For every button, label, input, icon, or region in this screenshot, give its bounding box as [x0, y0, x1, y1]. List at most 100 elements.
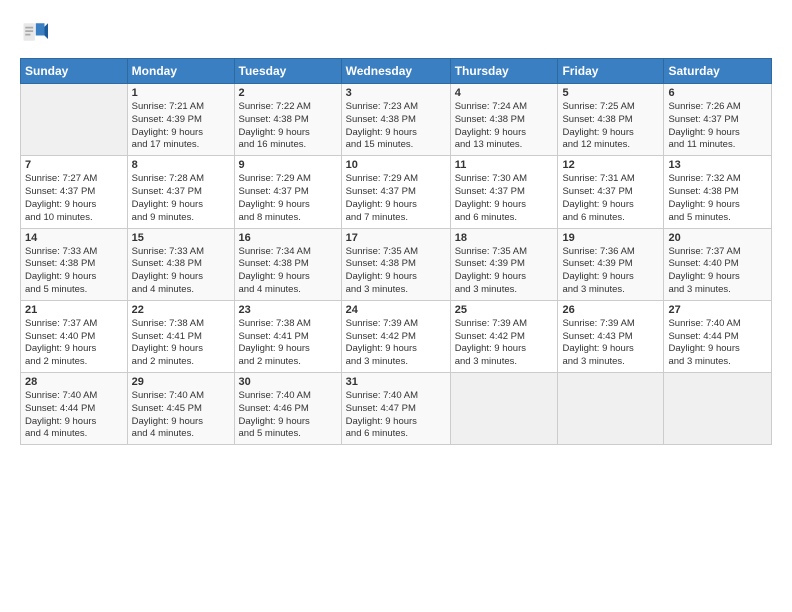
- calendar-cell: 22Sunrise: 7:38 AM Sunset: 4:41 PM Dayli…: [127, 300, 234, 372]
- day-number: 19: [562, 232, 659, 244]
- page-container: SundayMondayTuesdayWednesdayThursdayFrid…: [0, 0, 792, 455]
- day-number: 23: [239, 304, 337, 316]
- day-info: Sunrise: 7:40 AM Sunset: 4:45 PM Dayligh…: [132, 390, 230, 441]
- day-info: Sunrise: 7:29 AM Sunset: 4:37 PM Dayligh…: [346, 173, 446, 224]
- calendar-cell: 28Sunrise: 7:40 AM Sunset: 4:44 PM Dayli…: [21, 373, 128, 445]
- day-number: 24: [346, 304, 446, 316]
- calendar-cell: [21, 84, 128, 156]
- day-number: 30: [239, 376, 337, 388]
- calendar-cell: 30 Sunrise: 7:40 AM Sunset: 4:46 PM Dayli…: [234, 373, 341, 445]
- calendar-cell: 13 Sunrise: 7:32 AM Sunset: 4:38 PM Dayli…: [664, 156, 772, 228]
- day-number: 27: [668, 304, 767, 316]
- day-number: 11: [455, 159, 554, 171]
- day-number: 4: [455, 87, 554, 99]
- day-info: Sunrise: 7:39 AM Sunset: 4:42 PM Dayligh…: [346, 318, 446, 369]
- day-info: Sunrise: 7:23 AM Sunset: 4:38 PM Dayligh…: [346, 101, 446, 152]
- calendar-cell: 31 Sunrise: 7:40 AM Sunset: 4:47 PM Dayli…: [341, 373, 450, 445]
- calendar-week: 14 Sunrise: 7:33 AM Sunset: 4:38 PM Dayli…: [21, 228, 772, 300]
- calendar-cell: 27 Sunrise: 7:40 AM Sunset: 4:44 PM Dayli…: [664, 300, 772, 372]
- calendar-cell: 17 Sunrise: 7:35 AM Sunset: 4:38 PM Dayli…: [341, 228, 450, 300]
- day-info: Sunrise: 7:40 AM Sunset: 4:44 PM Dayligh…: [668, 318, 767, 369]
- weekday-header: Saturday: [664, 59, 772, 84]
- day-info: Sunrise: 7:38 AM Sunset: 4:41 PM Dayligh…: [132, 318, 230, 369]
- calendar-cell: 5Sunrise: 7:25 AM Sunset: 4:38 PM Daylig…: [558, 84, 664, 156]
- day-info: Sunrise: 7:39 AM Sunset: 4:42 PM Dayligh…: [455, 318, 554, 369]
- day-number: 2: [239, 87, 337, 99]
- calendar-cell: 21 Sunrise: 7:37 AM Sunset: 4:40 PM Dayli…: [21, 300, 128, 372]
- day-number: 18: [455, 232, 554, 244]
- day-info: Sunrise: 7:36 AM Sunset: 4:39 PM Dayligh…: [562, 246, 659, 297]
- day-info: Sunrise: 7:30 AM Sunset: 4:37 PM Dayligh…: [455, 173, 554, 224]
- day-number: 3: [346, 87, 446, 99]
- calendar-cell: 26 Sunrise: 7:39 AM Sunset: 4:43 PM Dayli…: [558, 300, 664, 372]
- day-info: Sunrise: 7:33 AM Sunset: 4:38 PM Dayligh…: [132, 246, 230, 297]
- day-info: Sunrise: 7:40 AM Sunset: 4:46 PM Dayligh…: [239, 390, 337, 441]
- calendar-cell: 1Sunrise: 7:21 AM Sunset: 4:39 PM Daylig…: [127, 84, 234, 156]
- day-info: Sunrise: 7:27 AM Sunset: 4:37 PM Dayligh…: [25, 173, 123, 224]
- calendar-cell: 3 Sunrise: 7:23 AM Sunset: 4:38 PM Daylig…: [341, 84, 450, 156]
- day-info: Sunrise: 7:39 AM Sunset: 4:43 PM Dayligh…: [562, 318, 659, 369]
- calendar-cell: 24 Sunrise: 7:39 AM Sunset: 4:42 PM Dayli…: [341, 300, 450, 372]
- calendar-cell: 18Sunrise: 7:35 AM Sunset: 4:39 PM Dayli…: [450, 228, 558, 300]
- day-number: 10: [346, 159, 446, 171]
- calendar-cell: [450, 373, 558, 445]
- calendar-cell: 25 Sunrise: 7:39 AM Sunset: 4:42 PM Dayli…: [450, 300, 558, 372]
- day-info: Sunrise: 7:28 AM Sunset: 4:37 PM Dayligh…: [132, 173, 230, 224]
- day-number: 6: [668, 87, 767, 99]
- calendar-cell: 12Sunrise: 7:31 AM Sunset: 4:37 PM Dayli…: [558, 156, 664, 228]
- calendar-week: 28Sunrise: 7:40 AM Sunset: 4:44 PM Dayli…: [21, 373, 772, 445]
- day-info: Sunrise: 7:37 AM Sunset: 4:40 PM Dayligh…: [668, 246, 767, 297]
- calendar-week: 21 Sunrise: 7:37 AM Sunset: 4:40 PM Dayli…: [21, 300, 772, 372]
- day-number: 26: [562, 304, 659, 316]
- day-info: Sunrise: 7:38 AM Sunset: 4:41 PM Dayligh…: [239, 318, 337, 369]
- day-number: 13: [668, 159, 767, 171]
- calendar-cell: [664, 373, 772, 445]
- calendar-cell: 16 Sunrise: 7:34 AM Sunset: 4:38 PM Dayli…: [234, 228, 341, 300]
- day-info: Sunrise: 7:22 AM Sunset: 4:38 PM Dayligh…: [239, 101, 337, 152]
- calendar-cell: 20 Sunrise: 7:37 AM Sunset: 4:40 PM Dayli…: [664, 228, 772, 300]
- calendar-cell: 2 Sunrise: 7:22 AM Sunset: 4:38 PM Daylig…: [234, 84, 341, 156]
- day-info: Sunrise: 7:32 AM Sunset: 4:38 PM Dayligh…: [668, 173, 767, 224]
- day-number: 29: [132, 376, 230, 388]
- day-info: Sunrise: 7:40 AM Sunset: 4:47 PM Dayligh…: [346, 390, 446, 441]
- day-number: 15: [132, 232, 230, 244]
- day-number: 12: [562, 159, 659, 171]
- day-number: 7: [25, 159, 123, 171]
- weekday-header: Thursday: [450, 59, 558, 84]
- calendar-week: 1Sunrise: 7:21 AM Sunset: 4:39 PM Daylig…: [21, 84, 772, 156]
- calendar-cell: 14Sunrise: 7:33 AM Sunset: 4:38 PM Dayli…: [21, 228, 128, 300]
- calendar: SundayMondayTuesdayWednesdayThursdayFrid…: [20, 58, 772, 445]
- calendar-cell: 10 Sunrise: 7:29 AM Sunset: 4:37 PM Dayli…: [341, 156, 450, 228]
- day-number: 31: [346, 376, 446, 388]
- logo-icon: [20, 18, 48, 46]
- day-info: Sunrise: 7:24 AM Sunset: 4:38 PM Dayligh…: [455, 101, 554, 152]
- day-number: 9: [239, 159, 337, 171]
- day-info: Sunrise: 7:25 AM Sunset: 4:38 PM Dayligh…: [562, 101, 659, 152]
- day-number: 17: [346, 232, 446, 244]
- day-info: Sunrise: 7:35 AM Sunset: 4:38 PM Dayligh…: [346, 246, 446, 297]
- day-info: Sunrise: 7:37 AM Sunset: 4:40 PM Dayligh…: [25, 318, 123, 369]
- weekday-header: Tuesday: [234, 59, 341, 84]
- calendar-week: 7 Sunrise: 7:27 AM Sunset: 4:37 PM Daylig…: [21, 156, 772, 228]
- calendar-cell: 15 Sunrise: 7:33 AM Sunset: 4:38 PM Dayli…: [127, 228, 234, 300]
- calendar-cell: 29 Sunrise: 7:40 AM Sunset: 4:45 PM Dayli…: [127, 373, 234, 445]
- day-number: 28: [25, 376, 123, 388]
- day-info: Sunrise: 7:34 AM Sunset: 4:38 PM Dayligh…: [239, 246, 337, 297]
- calendar-cell: 19 Sunrise: 7:36 AM Sunset: 4:39 PM Dayli…: [558, 228, 664, 300]
- day-number: 25: [455, 304, 554, 316]
- day-info: Sunrise: 7:26 AM Sunset: 4:37 PM Dayligh…: [668, 101, 767, 152]
- weekday-header: Wednesday: [341, 59, 450, 84]
- calendar-cell: 7 Sunrise: 7:27 AM Sunset: 4:37 PM Daylig…: [21, 156, 128, 228]
- day-number: 16: [239, 232, 337, 244]
- day-number: 14: [25, 232, 123, 244]
- calendar-cell: 4 Sunrise: 7:24 AM Sunset: 4:38 PM Daylig…: [450, 84, 558, 156]
- calendar-cell: 23 Sunrise: 7:38 AM Sunset: 4:41 PM Dayli…: [234, 300, 341, 372]
- day-number: 21: [25, 304, 123, 316]
- day-number: 20: [668, 232, 767, 244]
- day-number: 8: [132, 159, 230, 171]
- day-info: Sunrise: 7:21 AM Sunset: 4:39 PM Dayligh…: [132, 101, 230, 152]
- calendar-header: SundayMondayTuesdayWednesdayThursdayFrid…: [21, 59, 772, 84]
- weekday-header: Sunday: [21, 59, 128, 84]
- calendar-cell: 9Sunrise: 7:29 AM Sunset: 4:37 PM Daylig…: [234, 156, 341, 228]
- calendar-cell: 6 Sunrise: 7:26 AM Sunset: 4:37 PM Daylig…: [664, 84, 772, 156]
